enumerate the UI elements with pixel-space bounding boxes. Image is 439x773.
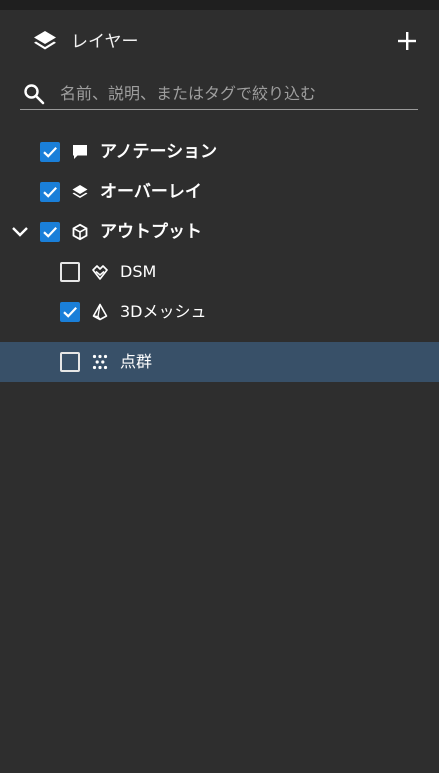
checkbox-point-cloud[interactable] bbox=[60, 352, 80, 372]
point-cloud-icon bbox=[92, 354, 108, 370]
tree-item-label: アノテーション bbox=[100, 142, 218, 162]
mesh-icon bbox=[92, 303, 108, 321]
cube-icon bbox=[72, 223, 88, 241]
tree-item-dsm[interactable]: DSM bbox=[0, 252, 439, 292]
checkbox-output[interactable] bbox=[40, 222, 60, 242]
search-field bbox=[20, 78, 418, 110]
checkbox-overlay[interactable] bbox=[40, 182, 60, 202]
terrain-icon bbox=[92, 265, 108, 280]
checkbox-dsm[interactable] bbox=[60, 262, 80, 282]
panel-title: レイヤー bbox=[71, 32, 139, 52]
layers-panel: レイヤー アノテーション bbox=[0, 10, 439, 773]
tree-item-annotation[interactable]: アノテーション bbox=[0, 132, 439, 172]
layers-icon bbox=[72, 185, 88, 198]
tree-item-label: アウトプット bbox=[100, 222, 202, 242]
tree-item-label: オーバーレイ bbox=[100, 182, 202, 202]
tree-item-3d-mesh[interactable]: 3Dメッシュ bbox=[0, 292, 439, 332]
tree-item-overlay[interactable]: オーバーレイ bbox=[0, 172, 439, 212]
window-top-bar bbox=[0, 0, 439, 10]
add-layer-button[interactable] bbox=[395, 29, 419, 53]
tree-item-output[interactable]: アウトプット bbox=[0, 212, 439, 252]
tree-item-label: DSM bbox=[120, 262, 157, 281]
tree-item-label: 点群 bbox=[120, 352, 153, 371]
layers-icon bbox=[34, 31, 56, 50]
tree-item-point-cloud[interactable]: 点群 bbox=[0, 342, 439, 382]
checkbox-3d-mesh[interactable] bbox=[60, 302, 80, 322]
comment-icon bbox=[73, 145, 87, 159]
checkbox-annotation[interactable] bbox=[40, 142, 60, 162]
tree-item-label: 3Dメッシュ bbox=[120, 302, 207, 321]
chevron-down-icon[interactable] bbox=[10, 222, 30, 242]
panel-header: レイヤー bbox=[0, 10, 439, 72]
search-icon bbox=[24, 84, 45, 105]
search-input[interactable] bbox=[60, 80, 410, 106]
